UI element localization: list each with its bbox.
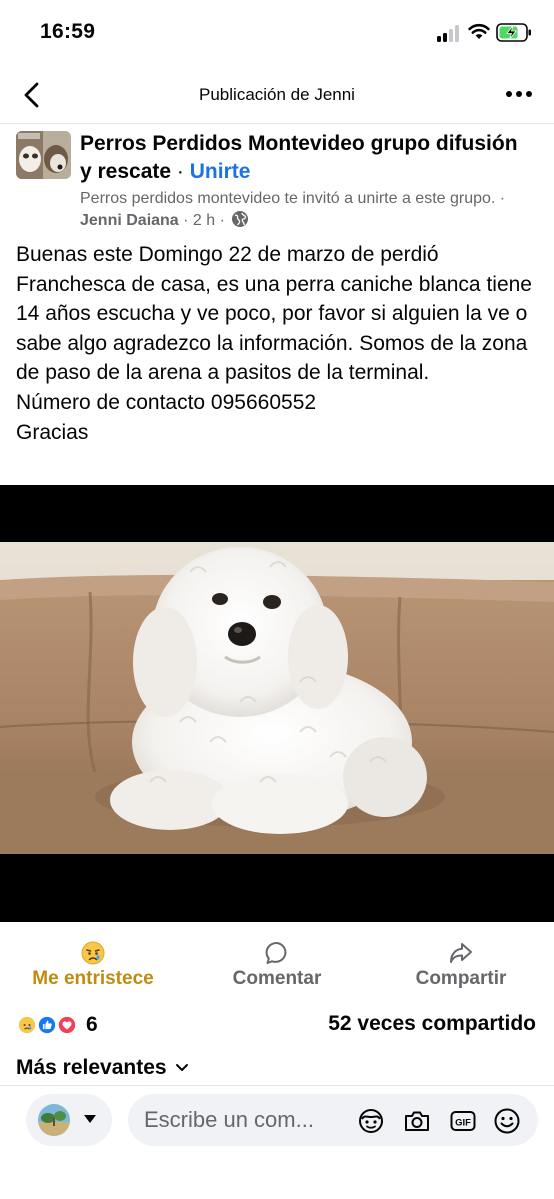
sort-label: Más relevantes	[16, 1056, 167, 1079]
avatar-sticker-icon[interactable]	[356, 1106, 386, 1136]
post-body: Buenas este Domingo 22 de marzo de perdi…	[16, 243, 532, 444]
comment-composer: GIF	[0, 1085, 554, 1199]
reaction-label: Me entristece	[32, 968, 154, 989]
sad-face-icon	[81, 941, 105, 965]
group-avatar[interactable]	[16, 131, 71, 179]
like-reaction-icon	[36, 1014, 58, 1036]
reaction-count: 6	[86, 1013, 98, 1036]
group-name-line: Perros Perdidos Montevideo grupo difusió…	[80, 130, 535, 186]
avatar	[38, 1104, 70, 1136]
more-options-icon[interactable]	[506, 87, 538, 101]
post-meta: Perros perdidos montevideo te invitó a u…	[80, 188, 540, 232]
group-name[interactable]: Perros Perdidos Montevideo grupo difusió…	[80, 132, 518, 183]
share-button[interactable]: Compartir	[376, 940, 546, 990]
author-name[interactable]: Jenni Daiana	[80, 212, 179, 229]
post-actions: Me entristece Comentar Compartir	[0, 940, 554, 996]
share-count[interactable]: 52 veces compartido	[328, 1012, 536, 1036]
emoji-icon[interactable]	[492, 1106, 522, 1136]
nav-header: Publicación de Jenni	[0, 66, 554, 124]
love-reaction-icon	[56, 1014, 78, 1036]
reaction-button[interactable]: Me entristece	[8, 940, 178, 990]
separator: ·	[171, 160, 190, 183]
status-time: 16:59	[40, 20, 96, 43]
invite-text: Perros perdidos montevideo te invitó a u…	[80, 190, 506, 207]
caret-down-icon	[84, 1115, 96, 1123]
battery-charging-icon	[496, 23, 531, 42]
svg-text:GIF: GIF	[455, 1118, 471, 1129]
share-icon	[450, 943, 472, 963]
gif-icon[interactable]: GIF	[448, 1106, 478, 1136]
camera-icon[interactable]	[402, 1106, 432, 1136]
wifi-icon	[468, 23, 490, 39]
comment-icon	[265, 941, 287, 964]
comment-field: GIF	[128, 1094, 538, 1146]
cellular-signal-icon	[437, 24, 463, 42]
dog-photo-image	[0, 542, 554, 854]
comment-label: Comentar	[232, 968, 322, 989]
chevron-down-icon	[175, 1064, 188, 1071]
comment-button[interactable]: Comentar	[192, 940, 362, 990]
post-time: · 2 h ·	[178, 212, 230, 229]
join-group-link[interactable]: Unirte	[190, 160, 251, 183]
page-title: Publicación de Jenni	[199, 85, 355, 104]
comment-sort-dropdown[interactable]: Más relevantes	[16, 1056, 189, 1080]
status-bar: 16:59	[0, 0, 554, 66]
sad-reaction-icon	[16, 1014, 38, 1036]
comment-input[interactable]	[144, 1106, 344, 1134]
post-photo[interactable]	[0, 485, 554, 922]
profile-switcher[interactable]	[26, 1094, 112, 1146]
globe-icon	[232, 211, 249, 227]
share-label: Compartir	[415, 968, 507, 989]
